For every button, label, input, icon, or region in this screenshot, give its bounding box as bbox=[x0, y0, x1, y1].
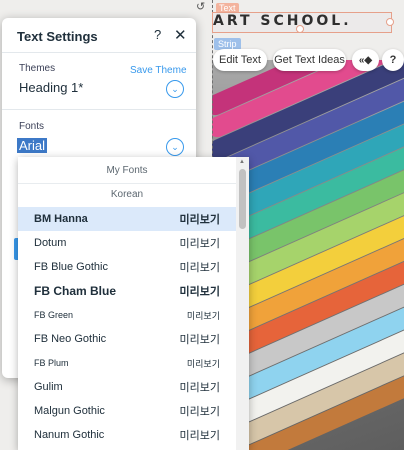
font-preview: 미리보기 bbox=[186, 358, 220, 369]
scroll-up-icon[interactable]: ▲ bbox=[239, 159, 245, 165]
divider bbox=[2, 109, 196, 110]
font-item-fb-cham-blue[interactable]: FB Cham Blue 미리보기 bbox=[18, 279, 236, 303]
font-name: Malgun Gothic bbox=[34, 405, 105, 417]
font-name: FB Neo Gothic bbox=[34, 333, 107, 345]
chevron-down-icon[interactable]: ⌄ bbox=[166, 80, 184, 98]
rotate-icon[interactable]: ↺ bbox=[196, 0, 205, 13]
font-name: FB Blue Gothic bbox=[34, 261, 108, 273]
font-name: BM Hanna bbox=[34, 213, 88, 225]
edit-text-button[interactable]: Edit Text bbox=[213, 49, 267, 71]
fonts-label: Fonts bbox=[19, 121, 45, 132]
resize-handle-right[interactable] bbox=[386, 18, 394, 26]
font-item-bm-hanna[interactable]: BM Hanna 미리보기 bbox=[18, 207, 236, 231]
font-item-malgun-gothic[interactable]: Malgun Gothic 미리보기 bbox=[18, 399, 236, 423]
font-preview: 미리보기 bbox=[179, 238, 220, 250]
font-preview: 미리보기 bbox=[179, 334, 220, 346]
heading-text[interactable]: ART SCHOOL. bbox=[213, 13, 352, 29]
themes-dropdown-value[interactable]: Heading 1* bbox=[19, 80, 83, 95]
get-text-ideas-button[interactable]: Get Text Ideas bbox=[273, 49, 346, 71]
font-item-gulim[interactable]: Gulim 미리보기 bbox=[18, 375, 236, 399]
dropdown-scrollbar[interactable]: ▲ bbox=[236, 157, 249, 450]
font-name: Dotum bbox=[34, 237, 67, 249]
group-my-fonts: My Fonts bbox=[18, 159, 236, 184]
font-preview: 미리보기 bbox=[179, 214, 220, 226]
scroll-thumb[interactable] bbox=[239, 169, 246, 229]
question-icon[interactable]: ? bbox=[154, 27, 161, 42]
font-name: FB Green bbox=[34, 310, 74, 320]
resize-handle-bottom[interactable] bbox=[296, 25, 304, 33]
font-preview: 미리보기 bbox=[186, 310, 220, 321]
font-preview: 미리보기 bbox=[179, 430, 220, 442]
font-name: Gulim bbox=[34, 381, 63, 393]
font-name: Nanum Gothic bbox=[34, 429, 105, 441]
divider bbox=[2, 52, 196, 53]
font-item-nanum-gothic[interactable]: Nanum Gothic 미리보기 bbox=[18, 423, 236, 447]
font-item-fb-blue-gothic[interactable]: FB Blue Gothic 미리보기 bbox=[18, 255, 236, 279]
group-korean: Korean bbox=[110, 189, 144, 200]
font-item-fb-green[interactable]: FB Green 미리보기 bbox=[18, 303, 236, 327]
animation-icon[interactable]: «◆ bbox=[352, 49, 379, 71]
font-preview: 미리보기 bbox=[179, 406, 220, 418]
close-icon[interactable]: ✕ bbox=[174, 26, 187, 44]
font-name: FB Cham Blue bbox=[34, 284, 117, 298]
font-item-fb-plum[interactable]: FB Plum 미리보기 bbox=[18, 351, 236, 375]
chevron-down-icon[interactable]: ⌄ bbox=[166, 138, 184, 156]
panel-title: Text Settings bbox=[17, 29, 98, 44]
font-preview: 미리보기 bbox=[179, 382, 220, 394]
fonts-dropdown-value[interactable]: Arial bbox=[17, 138, 48, 153]
themes-label: Themes bbox=[19, 63, 56, 74]
font-dropdown-list[interactable]: My Fonts Korean BM Hanna 미리보기 Dotum 미리보기… bbox=[18, 157, 249, 450]
font-name: FB Plum bbox=[34, 358, 69, 368]
font-item-dotum[interactable]: Dotum 미리보기 bbox=[18, 231, 236, 255]
font-preview: 미리보기 bbox=[179, 262, 220, 274]
font-preview: 미리보기 bbox=[179, 286, 220, 298]
font-item-fb-neo-gothic[interactable]: FB Neo Gothic 미리보기 bbox=[18, 327, 236, 351]
help-icon[interactable]: ? bbox=[382, 49, 404, 71]
save-theme-link[interactable]: Save Theme bbox=[130, 65, 187, 76]
